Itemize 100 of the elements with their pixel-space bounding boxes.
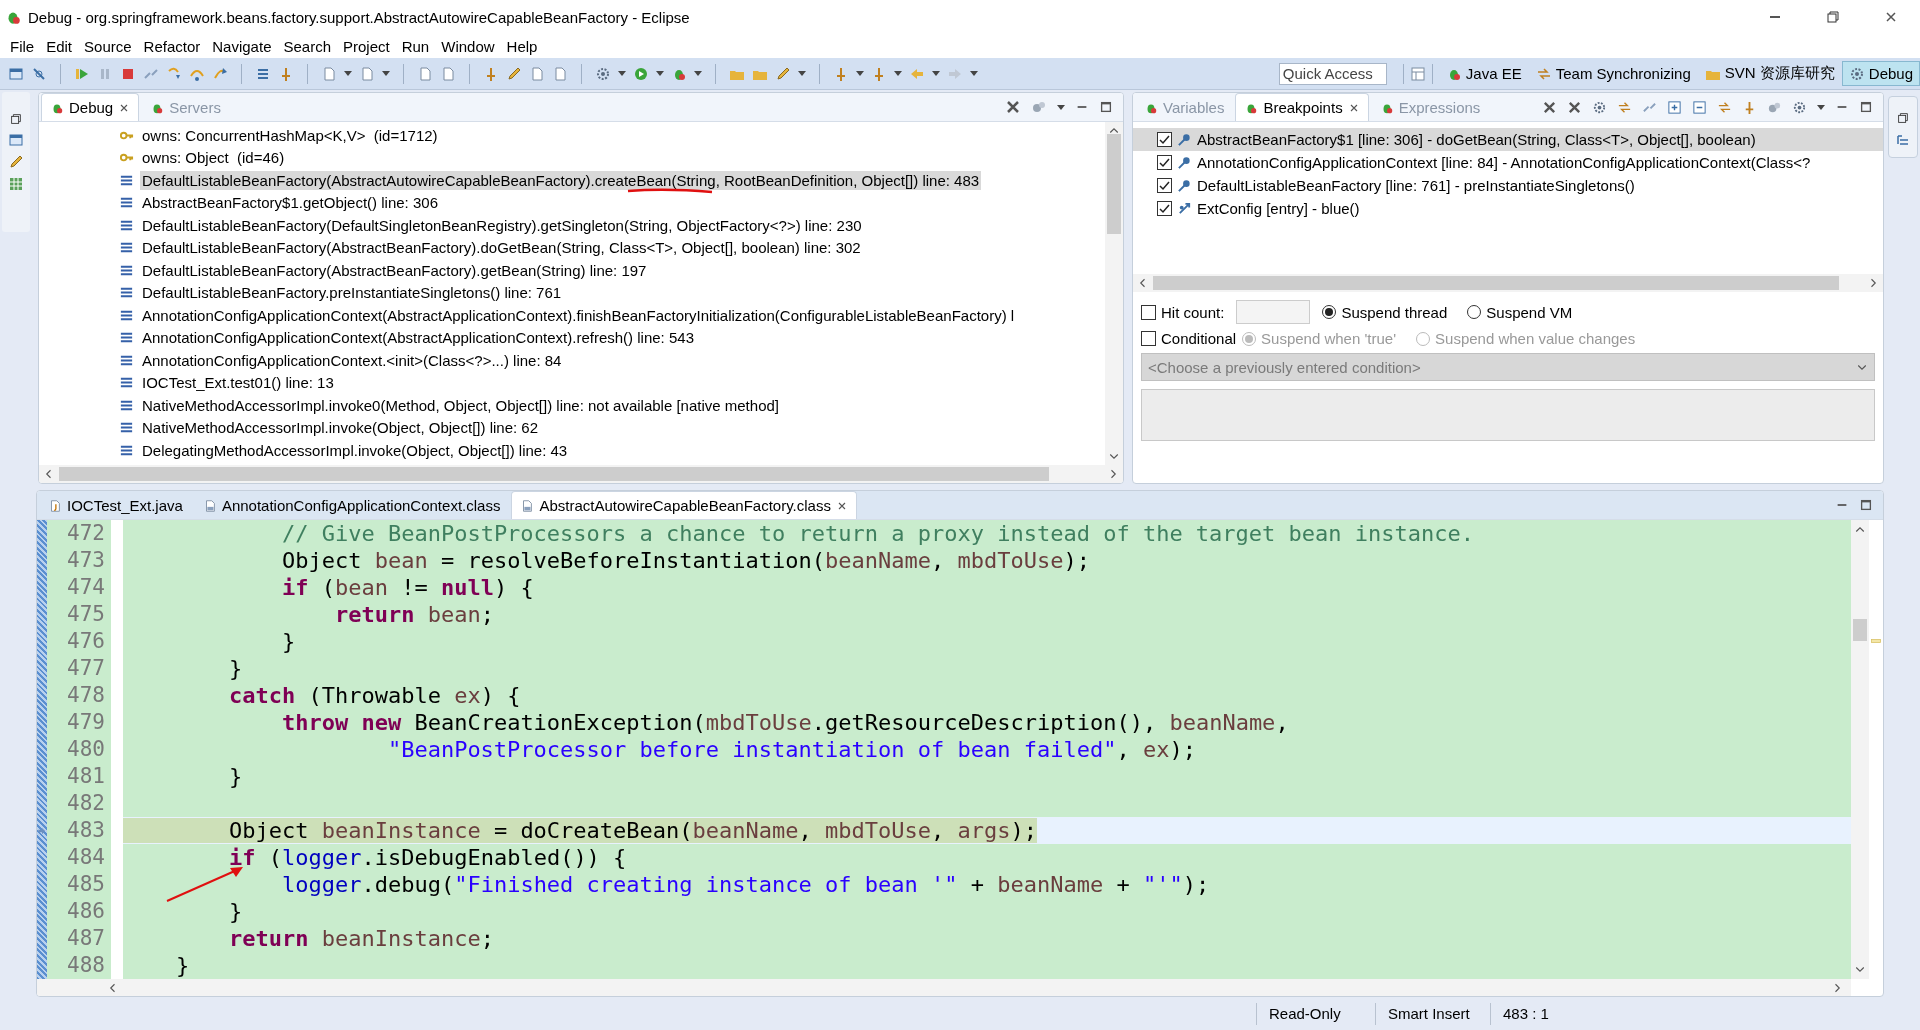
menu-item[interactable]: Window <box>435 37 501 55</box>
window-icon[interactable] <box>8 65 24 82</box>
page-icon[interactable] <box>359 65 375 82</box>
class-file-icon <box>520 498 535 513</box>
remove-all-icon[interactable] <box>1542 99 1557 115</box>
menu-item[interactable]: Source <box>78 37 138 55</box>
pencil-icon[interactable] <box>775 65 791 82</box>
stack-frame[interactable]: NativeMethodAccessorImpl.invoke(Object, Object[]) line: 62 <box>140 418 540 438</box>
line-number: 488 <box>66 952 105 979</box>
stack-frame[interactable]: AbstractBeanFactory$1.getObject() line: 306 <box>140 193 440 213</box>
window-icon[interactable] <box>8 132 24 148</box>
code-line: Object beanInstance = doCreateBean(beanName, mbdToUse, args); <box>228 818 1037 843</box>
menu-item[interactable]: Refactor <box>137 37 207 55</box>
status-field: 483 : 1 <box>1490 1002 1561 1025</box>
stack-frame[interactable]: DefaultListableBeanFactory(AbstractAutowireCapableBeanFactory).createBean(String, RootBeanDefinition, Object[]) line: 483 <box>140 170 982 190</box>
stack-frame[interactable]: DefaultListableBeanFactory(DefaultSingletonBeanRegistry).getSingleton(String, ObjectFactory<?>) line: 230 <box>140 215 864 235</box>
page-icon[interactable] <box>552 65 568 82</box>
breakpoint-row[interactable]: DefaultListableBeanFactory [line: 761] - preInstantiateSingletons() <box>1133 174 1883 197</box>
maximize-icon[interactable] <box>1859 498 1873 512</box>
stack-frame[interactable]: DelegatingMethodAccessorImpl.invoke(Object, Object[]) line: 43 <box>140 440 570 460</box>
page-icon[interactable] <box>417 65 433 82</box>
perspective-button[interactable]: Java EE <box>1438 61 1529 86</box>
radio-button[interactable]: Suspend thread <box>1322 303 1448 321</box>
run-icon[interactable] <box>633 65 649 82</box>
stack-frame[interactable]: owns: ConcurrentHashMap<K,V> (id=1712) <box>140 125 440 145</box>
checkbox[interactable] <box>1157 201 1172 216</box>
radio-button[interactable]: Suspend VM <box>1467 303 1573 321</box>
perspective-button[interactable]: SVN 资源库研究 <box>1697 60 1842 87</box>
page-icon[interactable] <box>440 65 456 82</box>
code-line: } <box>176 953 190 978</box>
code-line: } <box>281 629 296 654</box>
gear-icon[interactable] <box>1792 99 1807 115</box>
maximize-icon[interactable] <box>1099 100 1113 114</box>
stack-frame[interactable]: DefaultListableBeanFactory(AbstractBeanFactory).getBean(String) line: 197 <box>140 260 649 280</box>
pencil-icon[interactable] <box>8 154 24 170</box>
page-icon[interactable] <box>321 65 337 82</box>
perspective-button[interactable]: Debug <box>1841 61 1920 86</box>
caret-icon[interactable] <box>1057 104 1065 110</box>
restore-icon[interactable] <box>1896 111 1910 125</box>
menu-item[interactable]: Search <box>277 37 337 55</box>
stack-frame[interactable]: DefaultListableBeanFactory.preInstantiateSingletons() line: 761 <box>140 283 564 303</box>
grid-icon[interactable] <box>8 176 24 192</box>
restore-icon[interactable] <box>1825 9 1841 25</box>
gear-icon[interactable] <box>1592 99 1607 115</box>
checkbox[interactable]: Conditional <box>1141 330 1237 347</box>
scrollbar-thumb[interactable] <box>1153 276 1839 290</box>
perspective-button[interactable]: Team Synchronizing <box>1528 61 1698 86</box>
checkbox[interactable] <box>1157 178 1172 193</box>
gear-icon[interactable] <box>595 65 611 82</box>
menu-item[interactable]: Edit <box>40 37 79 55</box>
stack-frame[interactable]: IOCTest_Ext.test01() line: 13 <box>140 373 336 393</box>
breakpoint-row[interactable]: AbstractBeanFactory$1 [line: 306] - doGetBean(String, Class<T>, Object[], boolean) <box>1133 128 1883 151</box>
breakpoint-row[interactable]: ExtConfig [entry] - blue() <box>1133 197 1883 220</box>
menu-item[interactable]: Project <box>337 37 396 55</box>
stack-frame[interactable]: AnnotationConfigApplicationContext(AbstractApplicationContext).refresh() line: 543 <box>140 328 696 348</box>
menu-item[interactable]: Help <box>500 37 544 55</box>
view-tab[interactable]: Debug <box>41 93 140 121</box>
view-tab[interactable]: AbstractAutowireCapableBeanFactory.class <box>511 491 857 519</box>
breakpoint-row[interactable]: AnnotationConfigApplicationContext [line: 84] - AnnotationConfigApplicationContext(Class<? <box>1133 151 1883 174</box>
pencil-icon[interactable] <box>506 65 522 82</box>
menu-item[interactable]: File <box>4 37 41 55</box>
code-line: return bean; <box>334 602 494 627</box>
restore-icon[interactable] <box>9 112 23 126</box>
stack-frame[interactable]: NativeMethodAccessorImpl.invoke0(Method, Object, Object[]) line: not available [native method] <box>140 395 781 415</box>
menu-item[interactable]: Run <box>395 37 436 55</box>
breakpoint-icon <box>1177 155 1192 170</box>
view-tab[interactable]: IOCTest_Ext.java <box>39 491 192 519</box>
maximize-icon[interactable] <box>1859 100 1873 114</box>
quick-access-field[interactable]: Quick Access <box>1278 62 1387 85</box>
checkbox[interactable]: Hit count: <box>1141 303 1225 321</box>
line-number: 472 <box>66 520 105 547</box>
menu-item[interactable]: Navigate <box>206 37 278 55</box>
skip-icon[interactable] <box>31 65 47 82</box>
remove-all-icon[interactable] <box>1005 99 1021 115</box>
stack-frame[interactable]: owns: Object (id=46) <box>140 148 287 168</box>
scrollbar-thumb[interactable] <box>59 467 1049 481</box>
caret-icon <box>618 71 626 76</box>
scrollbar-thumb[interactable] <box>1107 133 1121 234</box>
checkbox[interactable] <box>1157 155 1172 170</box>
view-tab[interactable]: Breakpoints <box>1235 93 1369 121</box>
code-line: // Give BeanPostProcessors a chance to return a proxy instead of the target bean instance. <box>281 521 1474 546</box>
remove-all-icon[interactable] <box>1567 99 1582 115</box>
entry-breakpoint-icon <box>1177 201 1192 216</box>
code-line: throw new BeanCreationException(mbdToUse.getResourceDescription(), beanName, <box>281 710 1289 735</box>
scrollbar-thumb[interactable] <box>1853 618 1867 641</box>
expand-all-icon[interactable] <box>1667 99 1682 115</box>
perspective-icon[interactable] <box>1409 65 1426 82</box>
collapse-all-icon[interactable] <box>1692 99 1707 115</box>
checkbox[interactable] <box>1157 132 1172 147</box>
stack-frame[interactable]: AnnotationConfigApplicationContext(AbstractApplicationContext).finishBeanFactoryInitialization(ConfigurableListableBeanFactory) l <box>140 305 1017 325</box>
code-line: } <box>228 656 243 681</box>
page-icon[interactable] <box>529 65 545 82</box>
line-number: 477 <box>66 655 105 682</box>
stack-frame[interactable]: AnnotationConfigApplicationContext.<init>(Class<?>...) line: 84 <box>140 350 564 370</box>
hit-count-field[interactable] <box>1236 300 1311 324</box>
caret-icon[interactable] <box>1817 104 1825 110</box>
line-number: 478 <box>66 682 105 709</box>
stack-frame[interactable]: DefaultListableBeanFactory(AbstractBeanFactory).doGetBean(String, Class<T>, Object[], boolean) line: 302 <box>140 238 863 258</box>
threads-icon[interactable] <box>1031 99 1047 115</box>
view-tab[interactable]: AnnotationConfigApplicationContext.class <box>193 491 510 519</box>
